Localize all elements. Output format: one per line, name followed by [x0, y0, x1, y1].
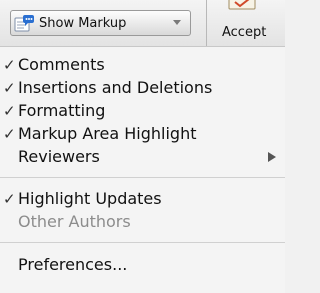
checkmark-icon: ✓ — [3, 125, 16, 143]
menu-item-label: Markup Area Highlight — [18, 124, 197, 143]
menu-item-label: Formatting — [18, 101, 106, 120]
menu-item-formatting[interactable]: ✓ Formatting — [0, 101, 285, 123]
show-markup-icon — [14, 14, 35, 33]
checkmark-icon: ✓ — [3, 190, 16, 208]
show-markup-dropdown[interactable]: Show Markup — [10, 10, 191, 36]
menu-item-markup-area-highlight[interactable]: ✓ Markup Area Highlight — [0, 124, 285, 146]
show-markup-menu: ✓ Comments ✓ Insertions and Deletions ✓ … — [0, 46, 285, 293]
menu-item-highlight-updates[interactable]: ✓ Highlight Updates — [0, 189, 285, 211]
menu-item-reviewers[interactable]: Reviewers — [0, 147, 285, 169]
accept-button[interactable]: Accept — [215, 0, 277, 46]
menu-item-other-authors: Other Authors — [0, 212, 285, 234]
menu-item-label: Reviewers — [18, 147, 100, 166]
accept-change-icon — [227, 0, 257, 10]
menu-item-label: Highlight Updates — [18, 189, 162, 208]
chevron-down-icon — [173, 20, 181, 25]
menu-item-label: Comments — [18, 55, 105, 74]
menu-item-comments[interactable]: ✓ Comments — [0, 55, 285, 77]
checkmark-icon: ✓ — [3, 102, 16, 120]
toolbar: Show Markup Accept — [0, 0, 285, 46]
menu-divider — [0, 242, 285, 243]
menu-item-label: Insertions and Deletions — [18, 78, 213, 97]
accept-label: Accept — [222, 25, 267, 40]
submenu-arrow-icon — [268, 152, 276, 162]
menu-item-preferences[interactable]: Preferences... — [0, 255, 285, 277]
checkmark-icon: ✓ — [3, 79, 16, 97]
menu-item-label: Preferences... — [18, 255, 128, 274]
menu-divider — [0, 177, 285, 178]
show-markup-label: Show Markup — [39, 15, 127, 31]
menu-item-label: Other Authors — [18, 212, 131, 231]
toolbar-divider — [206, 0, 207, 46]
menu-item-insertions-and-deletions[interactable]: ✓ Insertions and Deletions — [0, 78, 285, 100]
checkmark-icon: ✓ — [3, 56, 16, 74]
